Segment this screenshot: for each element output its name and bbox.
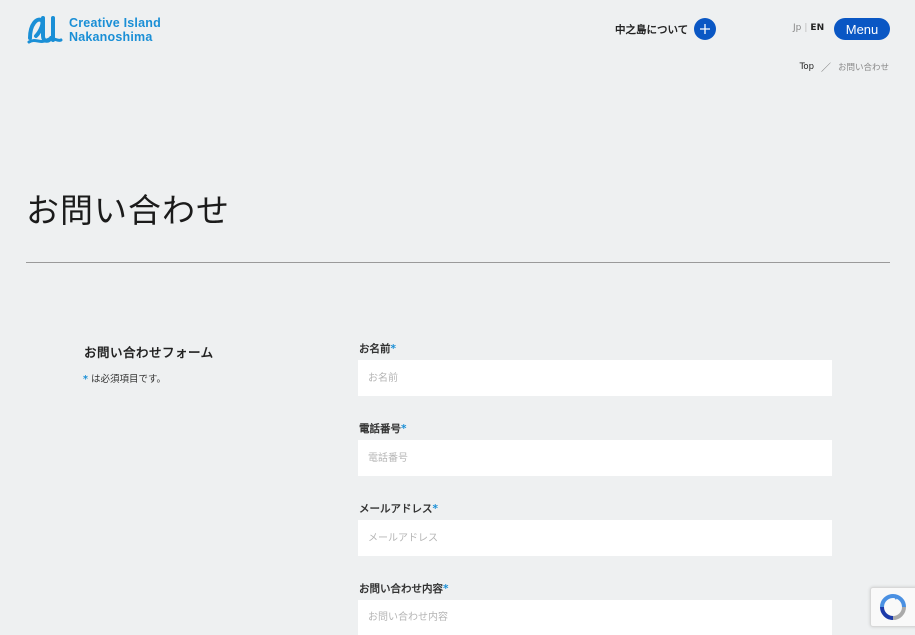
- required-note: * は必須項目です。: [83, 371, 166, 385]
- phone-input[interactable]: [358, 440, 832, 476]
- breadcrumb-top-link[interactable]: Top: [800, 62, 814, 72]
- logo-line-1: Creative Island: [69, 16, 161, 30]
- lang-separator: |: [804, 23, 808, 33]
- plus-icon[interactable]: [694, 18, 717, 40]
- phone-label-text: 電話番号: [359, 423, 401, 435]
- menu-button[interactable]: Menu: [834, 18, 890, 40]
- title-divider: [26, 262, 890, 263]
- breadcrumb-separator: ／: [820, 63, 831, 74]
- email-label: メールアドレス*: [359, 501, 438, 516]
- logo-text: Creative Island Nakanoshima: [69, 16, 161, 44]
- inquiry-label-text: お問い合わせ内容: [359, 583, 443, 595]
- required-asterisk: *: [390, 343, 397, 355]
- nav-about[interactable]: 中之島について: [615, 18, 717, 40]
- form-heading: お問い合わせフォーム: [84, 345, 214, 360]
- required-asterisk: *: [432, 503, 439, 515]
- email-input[interactable]: [358, 520, 832, 556]
- email-label-text: メールアドレス: [359, 503, 433, 515]
- name-label: お名前*: [359, 341, 396, 356]
- creative-island-logo-icon: [27, 16, 63, 44]
- page-title: お問い合わせ: [26, 191, 230, 230]
- inquiry-textarea[interactable]: [358, 600, 832, 635]
- required-asterisk: *: [443, 583, 449, 595]
- required-note-text: は必須項目です。: [87, 374, 167, 385]
- required-asterisk: *: [401, 423, 407, 435]
- lang-jp-link[interactable]: Jp: [793, 23, 801, 33]
- nav-about-label: 中之島について: [615, 23, 689, 36]
- language-switcher: Jp | EN: [793, 23, 824, 33]
- name-input[interactable]: [358, 360, 832, 396]
- logo-line-2: Nakanoshima: [69, 30, 153, 44]
- recaptcha-icon: [880, 594, 906, 620]
- lang-en-link[interactable]: EN: [810, 23, 824, 33]
- inquiry-label: お問い合わせ内容*: [359, 581, 449, 596]
- breadcrumb: Top ／ お問い合わせ: [800, 59, 889, 75]
- breadcrumb-current: お問い合わせ: [837, 62, 889, 73]
- name-label-text: お名前: [359, 343, 391, 355]
- site-logo[interactable]: Creative Island Nakanoshima: [27, 14, 161, 46]
- phone-label: 電話番号*: [359, 421, 407, 436]
- recaptcha-badge[interactable]: [870, 587, 915, 627]
